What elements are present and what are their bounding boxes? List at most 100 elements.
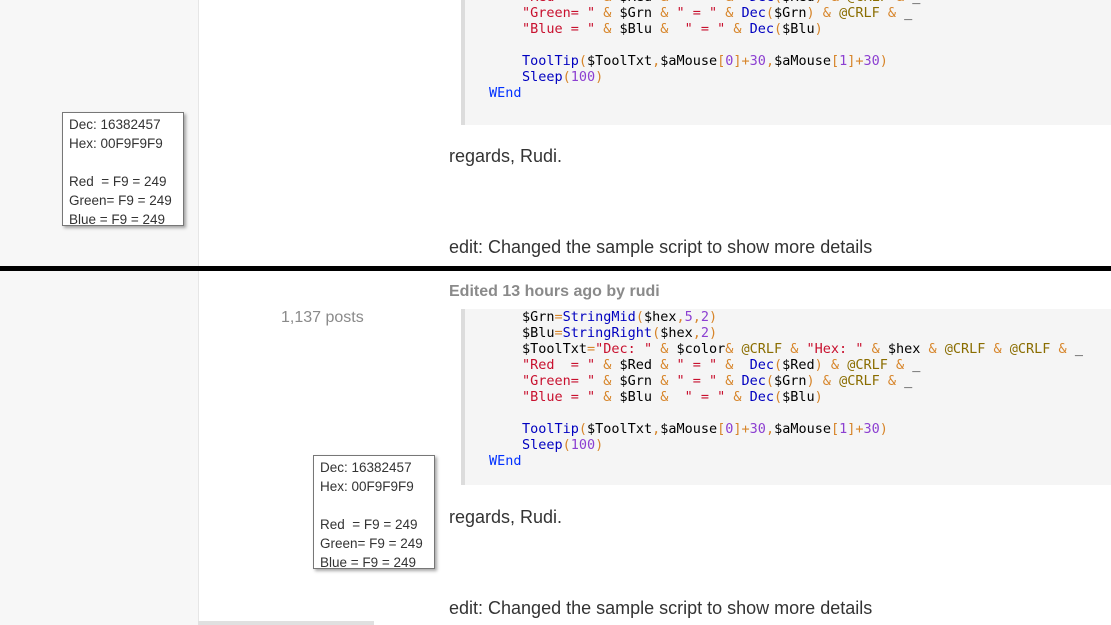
code-token: @CRLF [839,5,880,21]
code-token: _ [904,5,913,21]
code-token: 100 [570,437,596,453]
code-token: ) [806,373,815,389]
code-token: = [554,325,563,341]
code-token: [ [830,53,840,69]
code-token: ]+ [847,421,864,437]
code-token: ]+ [733,53,750,69]
code-token: Dec [749,21,774,37]
code-token: ( [774,357,783,373]
code-token: ) [814,357,823,373]
code-token: @CRLF [741,341,783,357]
code-token: " = " [676,5,718,21]
code-token: @CRLF [839,373,880,389]
code-token: WEnd [489,453,522,469]
post-count: 1,137 posts [281,309,364,326]
code-token: 2 [700,325,709,341]
code-line: $Grn = StringMid($hex, 5, 2) [465,309,1111,325]
code-token: Dec [741,357,774,373]
code-token: & [782,341,807,357]
code-token: ) [814,21,823,37]
code-token: _ [1074,341,1083,357]
code-token: ( [774,21,783,37]
code-token: = [554,309,563,325]
code-line: "Green= " & $Grn & " = " & Dec($Grn) & @… [465,5,1111,21]
code-line: $ToolTxt = "Dec: " & $color & @CRLF & "Hex:… [465,341,1111,357]
code-token: & [652,373,677,389]
code-line: "Blue = " & $Blu & " = " & Dec($Blu) [465,21,1111,37]
code-token: @CRLF [1009,341,1051,357]
code-token: Sleep [522,437,563,453]
code-token: $Grn [774,5,807,21]
code-token: "Blue = " [522,389,596,405]
code-token: ( [774,389,783,405]
code-token: & [985,341,1010,357]
code-token: $color [676,341,726,357]
code-token: & [717,373,742,389]
code-token: & [1050,341,1075,357]
code-token: & [595,357,620,373]
code-token: $Grn [619,373,653,389]
tooltip-red: Red = F9 = 249 [69,174,167,189]
tooltip-green: Green= F9 = 249 [320,536,423,551]
code-token: StringMid [562,309,636,325]
code-token: 5 [684,309,693,325]
code-token: 30 [749,53,766,69]
code-line: $Blu = StringRight($hex, 2) [465,325,1111,341]
code-token: $Blu [619,21,653,37]
code-token: Dec [749,389,774,405]
code-token: & [652,389,685,405]
code-token: "Dec: " [595,341,653,357]
tooltip-screenshot: Dec: 16382457 Hex: 00F9F9F9 Red = F9 = 2… [62,112,184,227]
code-token: @CRLF [944,341,986,357]
code-token: ) [879,421,888,437]
code-token: $ToolTxt [587,53,653,69]
code-token: ToolTip [522,53,579,69]
code-token: $Blu [522,325,555,341]
code-token: ) [709,325,718,341]
footer-rule [198,621,374,625]
tooltip-red: Red = F9 = 249 [320,517,418,532]
code-block: "Red = " & $Red & " = " & Dec($Red) & @C… [461,0,1111,125]
edit-note: edit: Changed the sample script to show … [449,598,873,618]
code-line: Sleep(100) [465,437,1111,453]
tooltip-screenshot: Dec: 16382457 Hex: 00F9F9F9 Red = F9 = 2… [313,455,435,570]
code-token: StringRight [562,325,653,341]
code-token: ) [709,309,718,325]
code-token: "Red = " [522,357,596,373]
code-token: & [595,389,620,405]
code-token: ( [562,69,571,85]
code-token: "Blue = " [522,21,596,37]
code-token: & [595,21,620,37]
code-token: $aMouse [774,421,831,437]
code-token: $ToolTxt [587,421,653,437]
code-token: $Blu [782,389,815,405]
code-token: _ [904,373,913,389]
code-token: , [676,309,685,325]
code-token: & [725,341,742,357]
code-token: $Grn [619,5,653,21]
code-token: & [863,341,888,357]
code-line: ToolTip($ToolTxt, $aMouse[0]+ 30, $aMouse[1… [465,53,1111,69]
code-token: ( [578,53,588,69]
code-token: & [920,341,945,357]
code-token: 100 [570,69,596,85]
code-token: Dec [741,5,766,21]
code-token: 0 [725,53,734,69]
code-line: "Blue = " & $Blu & " = " & Dec($Blu) [465,389,1111,405]
code-token: $Red [782,357,815,373]
code-token: & [879,373,905,389]
code-token: ) [595,437,604,453]
code-token: ( [635,309,644,325]
tooltip-green: Green= F9 = 249 [69,193,172,208]
code-token: & [652,357,677,373]
edited-note: Edited 13 hours ago by rudi [449,283,660,300]
code-token: Sleep [522,69,563,85]
code-token: [ [717,53,726,69]
code-token: = [587,341,596,357]
code-line: "Green= " & $Grn & " = " & Dec($Grn) & @… [465,373,1111,389]
code-token: & [814,5,840,21]
code-token: & [725,21,750,37]
code-token: $Grn [774,373,807,389]
